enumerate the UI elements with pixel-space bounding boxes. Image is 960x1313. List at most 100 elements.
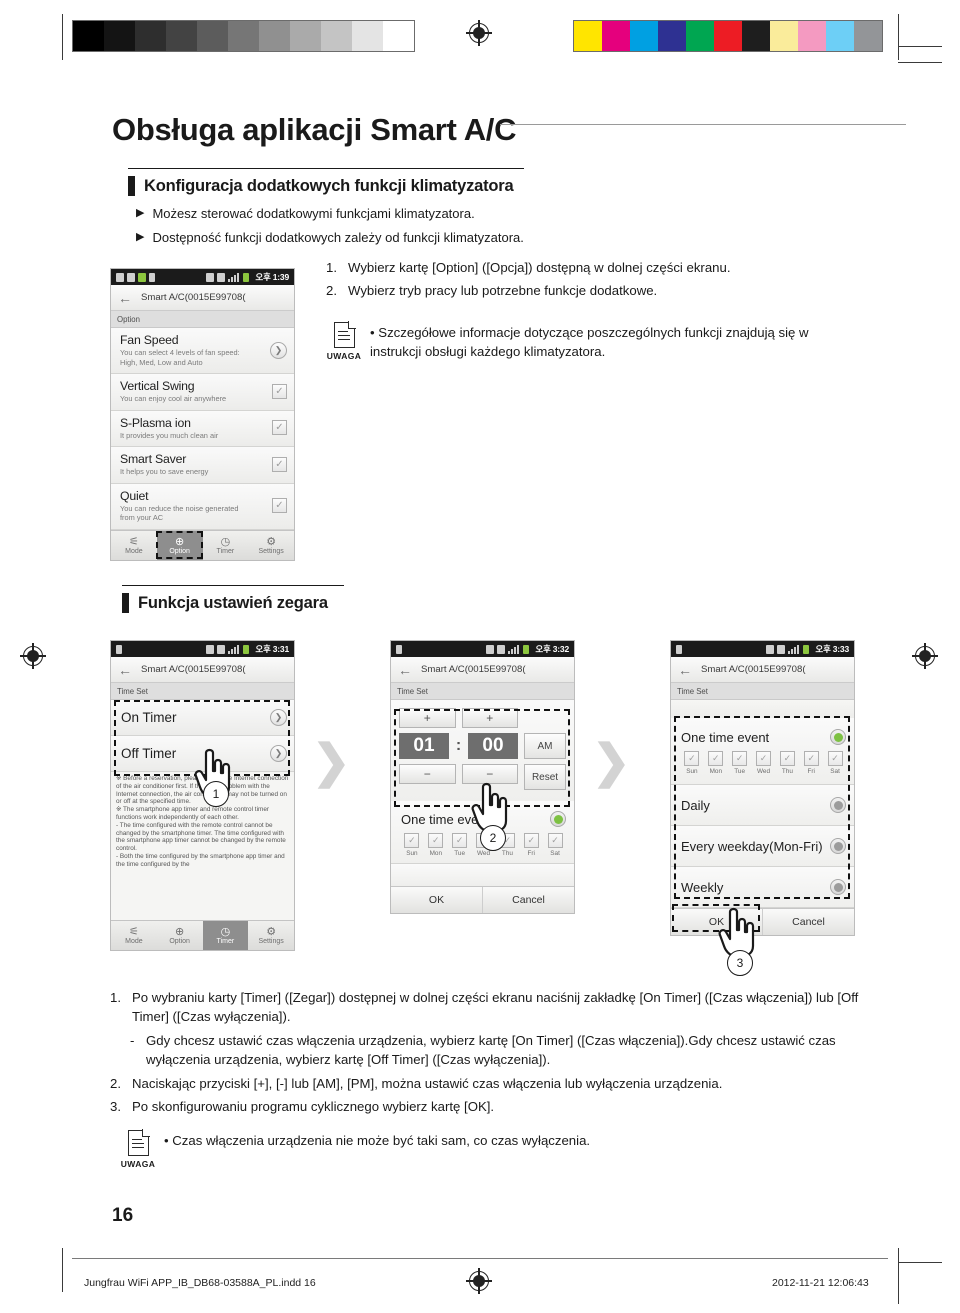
day-cell-sun[interactable]: ✓ Sun <box>401 833 423 857</box>
day-cell-mon[interactable]: ✓ Mon <box>425 833 447 857</box>
day-label: Wed <box>476 850 491 857</box>
repeat-option-weekly[interactable]: Weekly <box>671 867 854 908</box>
nav-tab-settings[interactable]: ⚙ Settings <box>248 921 294 950</box>
triangle-bullet-icon: ▶ <box>136 231 145 243</box>
arrow-left-icon[interactable]: ← <box>118 290 132 306</box>
phone-time-set-screenshot: 오후 3:32 ← Smart A/C(0015E99708( Time Set… <box>390 640 575 914</box>
grayscale-swatch-8 <box>321 21 352 51</box>
day-cell-sat[interactable]: ✓ Sat <box>544 833 566 857</box>
dialog-buttons: OK Cancel <box>391 886 574 913</box>
reset-button[interactable]: Reset <box>524 764 566 790</box>
day-cell-thu[interactable]: ✓ Thu <box>776 751 798 775</box>
day-cell-tue[interactable]: ✓ Tue <box>729 751 751 775</box>
cancel-button[interactable]: Cancel <box>482 887 574 913</box>
nav-tab-settings[interactable]: ⚙ Settings <box>248 531 294 560</box>
grayscale-swatch-9 <box>352 21 383 51</box>
mode-icon: ⚟ <box>128 535 139 548</box>
nav-tab-mode[interactable]: ⚟ Mode <box>111 531 157 560</box>
section2-top-rule <box>122 585 344 587</box>
option-row-smart-saver[interactable]: Smart Saver It helps you to save energy … <box>111 447 294 484</box>
day-checkbox-icon[interactable]: ✓ <box>452 833 468 848</box>
chevron-right-icon[interactable]: ❯ <box>270 745 287 762</box>
section1-bullet-0: ▶ Możesz sterować dodatkowymi funkcjami … <box>136 205 656 222</box>
minute-plus-button[interactable]: + <box>461 708 518 728</box>
arrow-left-icon[interactable]: ← <box>398 662 412 678</box>
meridiem-button[interactable]: AM <box>524 733 566 759</box>
radio-every-weekday[interactable] <box>830 838 846 854</box>
wifi-icon <box>766 644 775 654</box>
radio-one-time-event[interactable] <box>830 729 846 745</box>
day-checkbox-icon[interactable]: ✓ <box>547 833 563 848</box>
day-cell-fri[interactable]: ✓ Fri <box>800 751 822 775</box>
checkbox-icon[interactable]: ✓ <box>272 420 287 436</box>
nav-tab-timer[interactable]: ◷ Timer <box>202 921 249 950</box>
callout-badge-1: 1 <box>203 781 229 807</box>
hour-minus-button[interactable]: − <box>399 764 456 784</box>
day-label: Fri <box>527 850 535 857</box>
color-swatch-9 <box>826 21 854 51</box>
nav-tab-option[interactable]: ⊕ Option <box>156 530 203 560</box>
step-number: 3. <box>110 1099 121 1114</box>
color-swatch-4 <box>686 21 714 51</box>
crop-mark-right-lower <box>898 62 942 63</box>
repeat-option-daily[interactable]: Daily <box>671 785 854 826</box>
crop-mark-footer-right <box>898 1248 899 1304</box>
checkbox-icon[interactable]: ✓ <box>272 383 287 399</box>
radio-weekly[interactable] <box>830 879 846 895</box>
cancel-button[interactable]: Cancel <box>762 909 854 935</box>
day-checkbox-icon[interactable]: ✓ <box>684 751 700 766</box>
arrow-left-icon[interactable]: ← <box>118 662 132 678</box>
day-checkbox-icon[interactable]: ✓ <box>779 751 795 766</box>
color-calibration-strip <box>573 20 883 52</box>
option-row-quiet[interactable]: Quiet You can reduce the noise generated… <box>111 483 294 530</box>
day-checkbox-icon[interactable]: ✓ <box>756 751 771 766</box>
mode-icon: ⚟ <box>128 926 139 938</box>
option-desc: It helps you to save energy <box>120 467 209 476</box>
wifi-icon <box>206 644 215 654</box>
day-cell-sat[interactable]: ✓ Sat <box>824 751 846 775</box>
checkbox-icon[interactable]: ✓ <box>272 498 287 513</box>
print-calibration-bar <box>0 0 960 70</box>
option-row-vertical-swing[interactable]: Vertical Swing You can enjoy cool air an… <box>111 374 294 411</box>
crop-mark-footer-left <box>62 1248 63 1292</box>
day-checkbox-icon[interactable]: ✓ <box>827 751 843 766</box>
radio-one-time-event[interactable] <box>550 811 566 827</box>
nav-tab-option[interactable]: ⊕ Option <box>157 921 203 950</box>
battery-icon <box>243 644 250 654</box>
radio-daily[interactable] <box>830 797 846 813</box>
chevron-right-icon[interactable]: ❯ <box>270 341 287 359</box>
clock-icon: ◷ <box>220 926 231 938</box>
registration-mark-top <box>466 20 492 46</box>
day-checkbox-icon[interactable]: ✓ <box>523 833 539 848</box>
grayscale-calibration-strip <box>72 20 415 52</box>
callout-badge-2: 2 <box>480 825 506 851</box>
option-row-fan-speed[interactable]: Fan Speed You can select 4 levels of fan… <box>111 328 294 374</box>
day-label: Sat <box>550 850 560 857</box>
day-checkbox-icon[interactable]: ✓ <box>428 833 444 848</box>
day-checkbox-icon[interactable]: ✓ <box>708 751 724 766</box>
day-checkbox-icon[interactable]: ✓ <box>404 833 420 848</box>
day-label: Tue <box>734 768 746 775</box>
hour-plus-button[interactable]: + <box>399 708 456 728</box>
section2-note: UWAGA • Czas włączenia urządzenia nie mo… <box>112 1129 812 1169</box>
repeat-option-every-weekday[interactable]: Every weekday(Mon-Fri) <box>671 826 854 867</box>
day-cell-mon[interactable]: ✓ Mon <box>705 751 727 775</box>
arrow-left-icon[interactable]: ← <box>678 662 692 678</box>
grayscale-swatch-3 <box>166 21 197 51</box>
chevron-right-icon[interactable]: ❯ <box>270 709 287 726</box>
day-cell-fri[interactable]: ✓ Fri <box>520 833 542 857</box>
day-cell-tue[interactable]: ✓ Tue <box>449 833 471 857</box>
checkbox-icon[interactable]: ✓ <box>272 456 287 472</box>
ok-button[interactable]: OK <box>391 887 482 913</box>
repeat-option-one-time-event[interactable]: One time event ✓ Sun ✓ Mon ✓ Tue ✓ Wed ✓ Thu ✓ Fri ✓… <box>671 718 854 785</box>
section1-note: UWAGA • Szczegółowe informacje dotyczące… <box>318 321 858 361</box>
nav-tab-mode[interactable]: ⚟ Mode <box>111 921 157 950</box>
step-number: 2. <box>326 283 337 298</box>
timer-row-on-timer[interactable]: On Timer ❯ <box>111 700 294 736</box>
day-checkbox-icon[interactable]: ✓ <box>803 751 819 766</box>
option-row-s-plasma-ion[interactable]: S-Plasma ion It provides you much clean … <box>111 410 294 447</box>
day-cell-wed[interactable]: ✓ Wed <box>753 751 775 775</box>
nav-tab-timer[interactable]: ◷ Timer <box>203 531 249 560</box>
day-cell-sun[interactable]: ✓ Sun <box>681 751 703 775</box>
day-checkbox-icon[interactable]: ✓ <box>732 751 748 766</box>
